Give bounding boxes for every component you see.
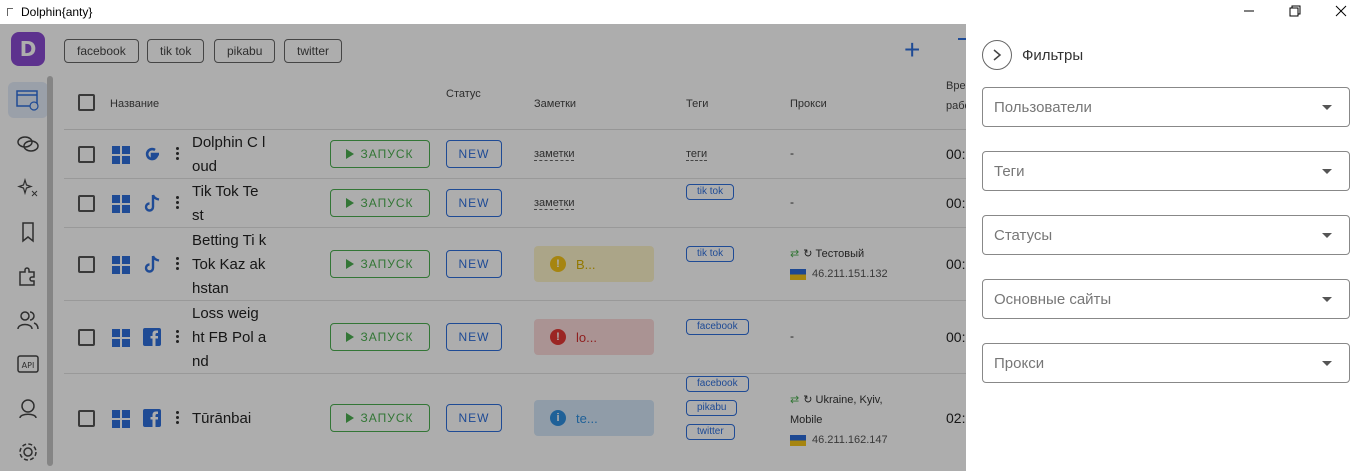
chevron-right-icon: [993, 49, 1002, 61]
filter-proxy-placeholder: Прокси: [994, 355, 1045, 372]
restore-icon: [1289, 5, 1301, 17]
close-button[interactable]: [1318, 0, 1364, 22]
app-icon: [7, 8, 13, 16]
filters-header: Фильтры: [982, 40, 1083, 70]
dropdown-arrow-icon: [1322, 361, 1332, 366]
title-bar: Dolphin{anty}: [0, 0, 1368, 24]
restore-button[interactable]: [1272, 0, 1318, 22]
filter-main-sites-select[interactable]: Основные сайты: [982, 279, 1350, 319]
filter-users-placeholder: Пользователи: [994, 99, 1092, 116]
minimize-icon: [1244, 10, 1254, 12]
filters-panel: Фильтры Пользователи Теги Статусы Основн…: [966, 24, 1368, 471]
modal-overlay[interactable]: [0, 24, 966, 471]
filter-proxy-select[interactable]: Прокси: [982, 343, 1350, 383]
dropdown-arrow-icon: [1322, 169, 1332, 174]
window-title: Dolphin{anty}: [21, 5, 93, 19]
filter-main-sites-placeholder: Основные сайты: [994, 291, 1112, 308]
close-icon: [1335, 5, 1347, 17]
filter-statuses-placeholder: Статусы: [994, 227, 1053, 244]
close-filters-button[interactable]: [982, 40, 1012, 70]
minimize-button[interactable]: [1226, 0, 1272, 22]
filter-statuses-select[interactable]: Статусы: [982, 215, 1350, 255]
filters-title: Фильтры: [1022, 46, 1084, 64]
filter-tags-select[interactable]: Теги: [982, 151, 1350, 191]
filter-tags-placeholder: Теги: [994, 163, 1025, 180]
dropdown-arrow-icon: [1322, 297, 1332, 302]
filter-users-select[interactable]: Пользователи: [982, 87, 1350, 127]
dropdown-arrow-icon: [1322, 233, 1332, 238]
dropdown-arrow-icon: [1322, 105, 1332, 110]
